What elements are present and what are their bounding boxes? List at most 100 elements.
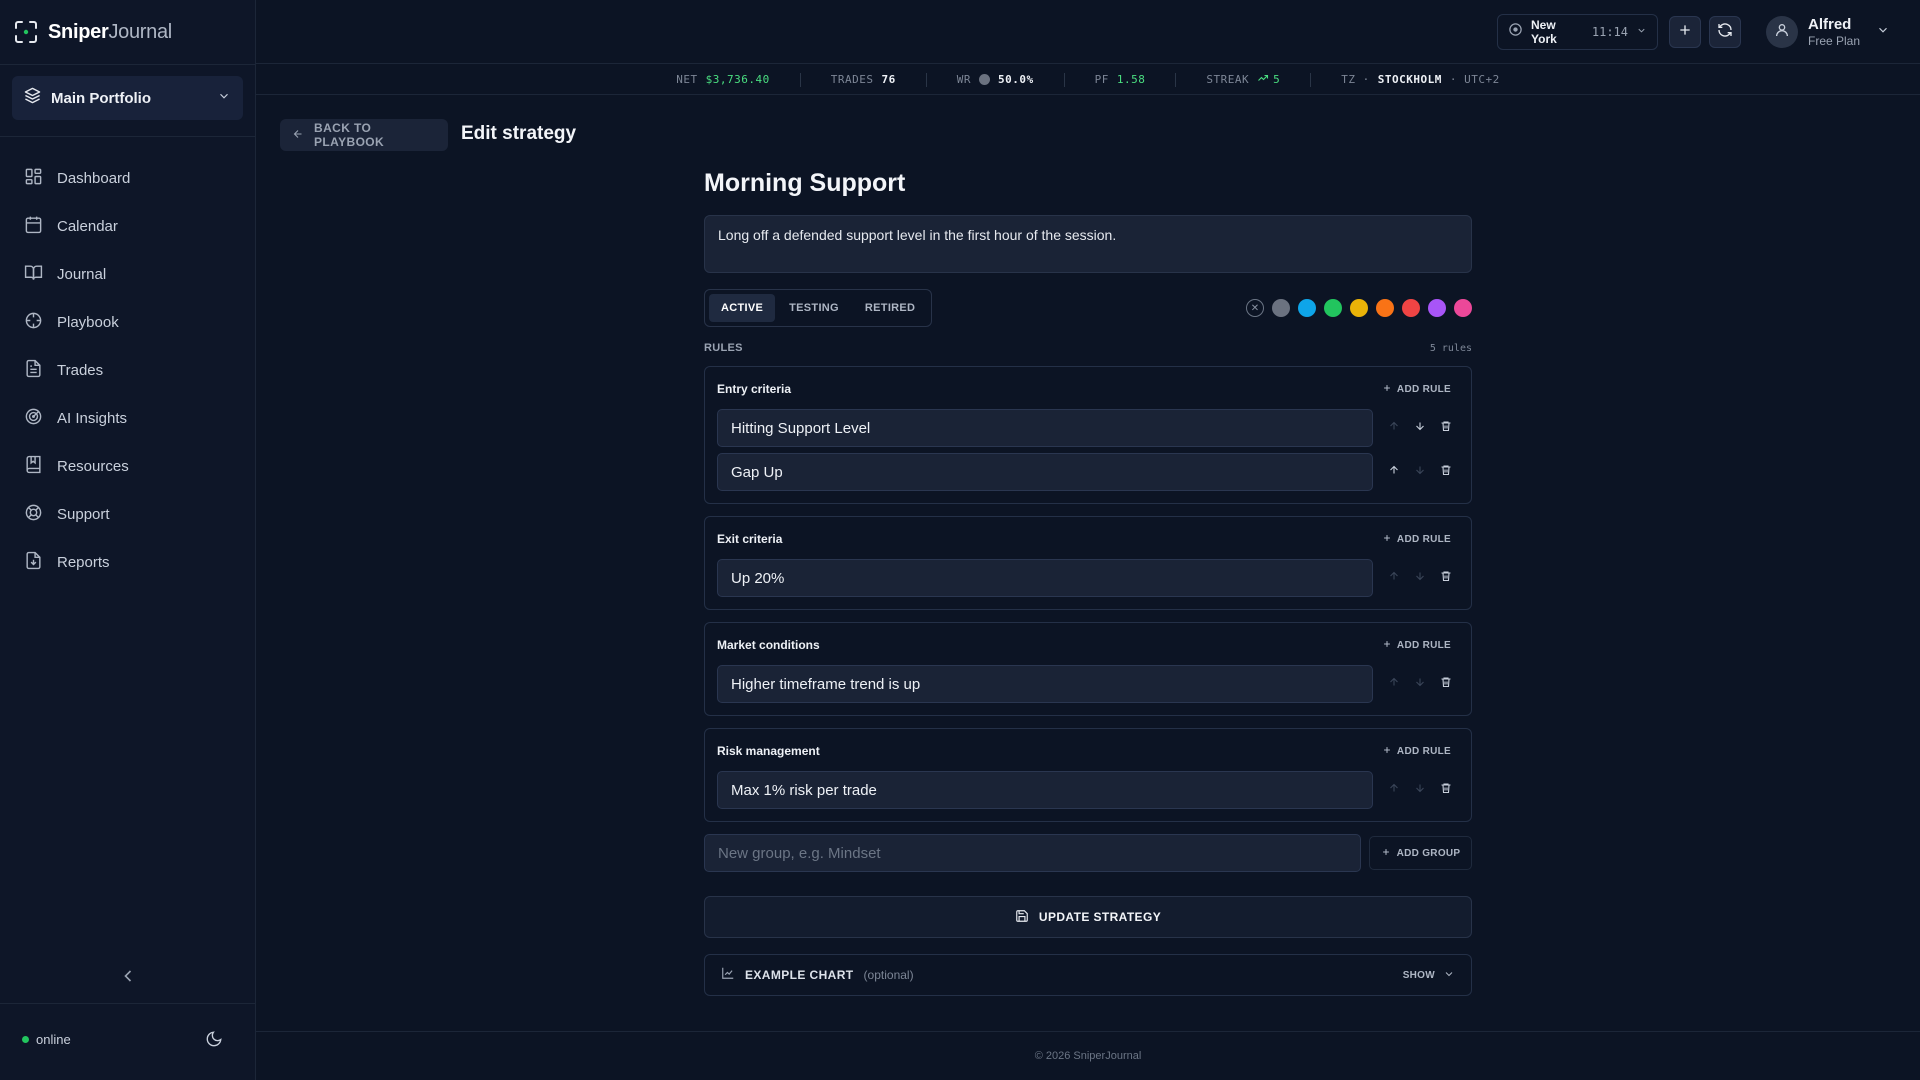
file-download-icon [24,551,43,574]
sidebar-divider [0,1003,256,1004]
strategy-form: Morning Support Long off a defended supp… [704,166,1472,996]
crosshair-icon [24,311,43,334]
grid-icon [24,167,43,190]
move-down-button[interactable] [1407,415,1433,441]
sidebar-item-playbook[interactable]: Playbook [12,302,243,342]
add-rule-button[interactable]: ADD RULE [1374,533,1459,546]
refresh-icon [1717,22,1733,43]
status-option-testing[interactable]: TESTING [777,294,851,322]
stat-value: STOCKHOLM [1377,73,1442,86]
portfolio-name: Main Portfolio [51,89,151,107]
sidebar-item-dashboard[interactable]: Dashboard [12,158,243,198]
page-title: Edit strategy [461,123,577,144]
back-to-playbook-button[interactable]: BACK TO PLAYBOOK [280,119,448,151]
sidebar-item-ai-insights[interactable]: AI Insights [12,398,243,438]
stat-value: 76 [881,73,896,86]
bookmark-book-icon [24,455,43,478]
moon-icon [205,1031,223,1052]
delete-rule-button[interactable] [1433,777,1459,803]
lifebuoy-icon [24,503,43,526]
move-up-button[interactable] [1381,671,1407,697]
sidebar-item-label: Trades [57,361,104,379]
stat-win-rate: WR 50.0% [927,72,1065,87]
sidebar-item-label: Resources [57,457,129,475]
stat-streak: STREAK 5 [1176,72,1312,87]
file-text-icon [24,359,43,382]
move-up-button[interactable] [1381,565,1407,591]
sidebar-item-journal[interactable]: Journal [12,254,243,294]
timezone-selector[interactable]: New York 11:14 [1497,14,1658,50]
plus-icon [1382,639,1392,652]
footer: © 2026 SniperJournal [256,1031,1920,1080]
move-down-button[interactable] [1407,459,1433,485]
rule-input[interactable]: Up 20% [717,559,1373,597]
add-rule-button[interactable]: ADD RULE [1374,639,1459,652]
color-swatch-green[interactable] [1324,299,1342,317]
add-rule-label: ADD RULE [1396,533,1451,545]
delete-rule-button[interactable] [1433,671,1459,697]
color-swatch-yellow[interactable] [1350,299,1368,317]
color-none-swatch[interactable]: ✕ [1246,299,1264,317]
stat-value: $3,736.40 [705,73,770,86]
collapse-sidebar-button[interactable] [118,966,138,986]
arrow-down-icon [1414,781,1426,799]
move-down-button[interactable] [1407,777,1433,803]
update-strategy-button[interactable]: UPDATE STRATEGY [704,896,1472,938]
status-option-active[interactable]: ACTIVE [709,294,776,322]
rule-input[interactable]: Max 1% risk per trade [717,771,1373,809]
rule-input[interactable]: Gap Up [717,453,1373,491]
add-button[interactable] [1669,16,1701,48]
move-down-button[interactable] [1407,565,1433,591]
add-group-button[interactable]: ADD GROUP [1369,836,1472,870]
example-chart-title: EXAMPLE CHART [745,968,854,982]
status-segmented-control: ACTIVE TESTING RETIRED [704,289,933,327]
user-plan: Free Plan [1808,34,1861,48]
strategy-name-field[interactable]: Morning Support [704,167,1472,199]
sidebar-item-reports[interactable]: Reports [12,542,243,582]
update-label: UPDATE STRATEGY [1038,910,1162,924]
color-swatch-blue[interactable] [1298,299,1316,317]
rule-row: Hitting Support Level [717,409,1459,447]
user-menu[interactable]: Alfred Free Plan [1766,14,1890,50]
delete-rule-button[interactable] [1433,415,1459,441]
delete-rule-button[interactable] [1433,565,1459,591]
delete-rule-button[interactable] [1433,459,1459,485]
color-swatch-purple[interactable] [1428,299,1446,317]
sidebar-item-calendar[interactable]: Calendar [12,206,243,246]
trash-icon [1440,463,1452,481]
rule-input[interactable]: Higher timeframe trend is up [717,665,1373,703]
avatar [1766,16,1798,48]
color-swatch-orange[interactable] [1376,299,1394,317]
new-group-input[interactable]: New group, e.g. Mindset [704,834,1361,872]
color-swatch-gray[interactable] [1272,299,1290,317]
sidebar-item-resources[interactable]: Resources [12,446,243,486]
color-swatch-pink[interactable] [1454,299,1472,317]
theme-toggle-button[interactable] [205,1030,225,1050]
show-toggle[interactable]: SHOW [1403,968,1455,983]
rule-group-market-conditions: Market conditions ADD RULE Higher timefr… [704,622,1472,716]
rule-input[interactable]: Hitting Support Level [717,409,1373,447]
rule-group-risk-management: Risk management ADD RULE Max 1% risk per… [704,728,1472,822]
example-chart-section[interactable]: EXAMPLE CHART (optional) SHOW [704,954,1472,996]
plus-icon [1382,745,1392,758]
add-group-label: ADD GROUP [1396,847,1461,859]
status-option-retired[interactable]: RETIRED [853,294,927,322]
app-logo[interactable]: SniperJournal [14,20,172,44]
new-group-row: New group, e.g. Mindset ADD GROUP [704,834,1472,872]
chevron-down-icon [1876,23,1890,42]
color-swatch-red[interactable] [1402,299,1420,317]
add-rule-button[interactable]: ADD RULE [1374,383,1459,396]
strategy-description-field[interactable]: Long off a defended support level in the… [704,215,1472,273]
sidebar-item-trades[interactable]: Trades [12,350,243,390]
portfolio-selector[interactable]: Main Portfolio [12,76,243,120]
move-up-button[interactable] [1381,415,1407,441]
move-up-button[interactable] [1381,777,1407,803]
move-up-button[interactable] [1381,459,1407,485]
move-down-button[interactable] [1407,671,1433,697]
win-rate-dot-icon [979,74,990,85]
add-rule-button[interactable]: ADD RULE [1374,745,1459,758]
sidebar-item-support[interactable]: Support [12,494,243,534]
refresh-button[interactable] [1709,16,1741,48]
sidebar-item-label: AI Insights [57,409,128,427]
group-title: Market conditions [717,638,820,652]
